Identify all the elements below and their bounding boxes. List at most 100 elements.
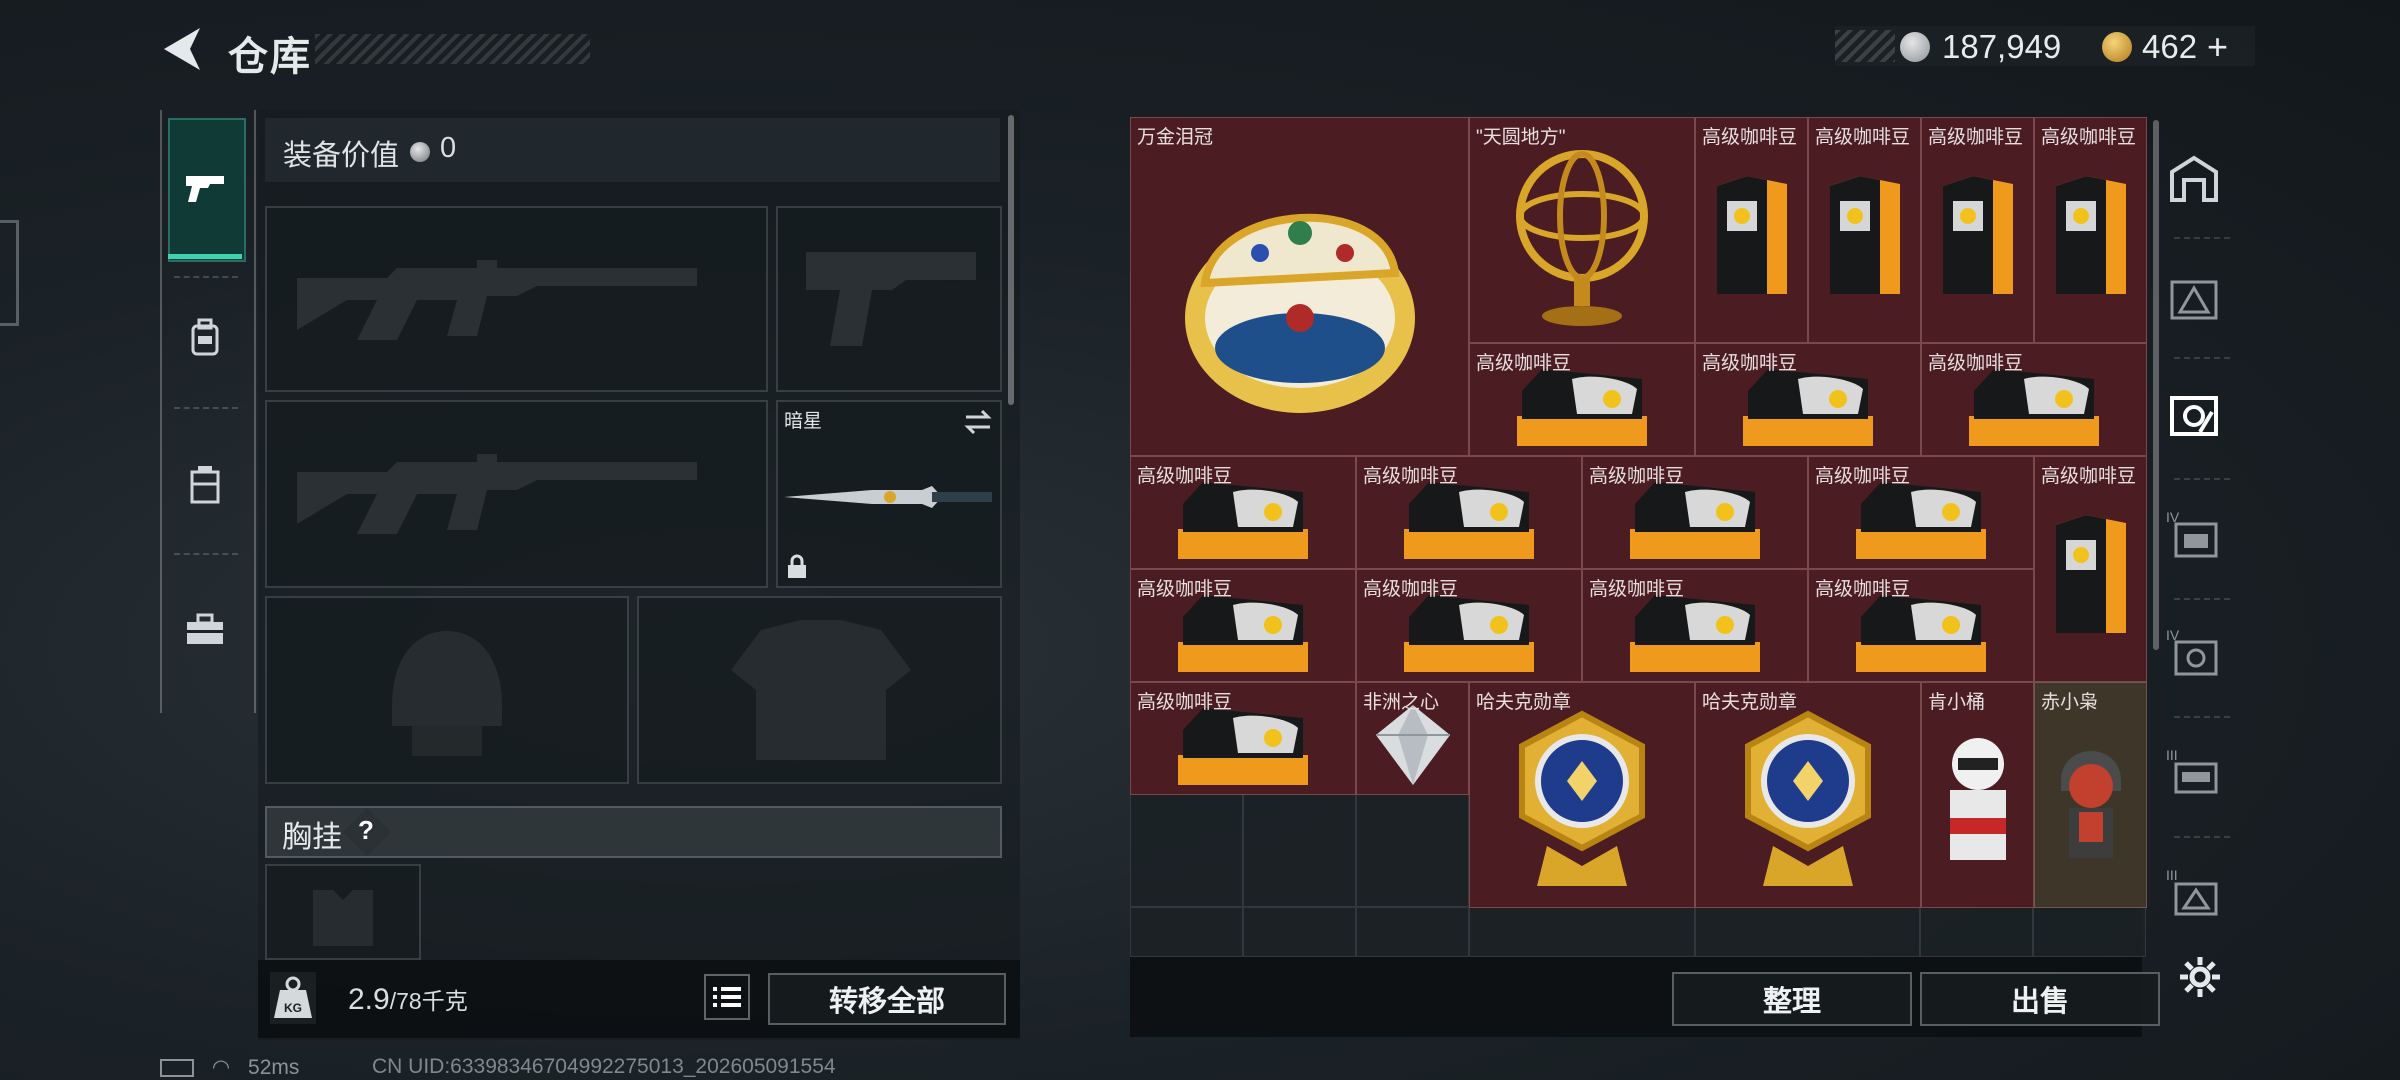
- empty-cell[interactable]: [1356, 794, 1469, 907]
- empty-cell[interactable]: [1356, 907, 1469, 957]
- storage-page-4-icon[interactable]: IV: [2166, 508, 2222, 564]
- inventory-item[interactable]: 高级咖啡豆: [1130, 569, 1356, 682]
- rifle-silhouette-icon: [297, 454, 697, 534]
- chest-rig-slot[interactable]: [265, 864, 421, 960]
- user-uid: CN UID:63398346704992275013_202605091554: [372, 1055, 836, 1078]
- armor-slot[interactable]: [637, 596, 1002, 784]
- gold-currency-amount: 462: [2142, 28, 2198, 65]
- inventory-item[interactable]: 高级咖啡豆: [1469, 343, 1695, 456]
- inventory-item[interactable]: 高级咖啡豆: [1356, 569, 1582, 682]
- inventory-item[interactable]: 赤小枭: [2034, 682, 2147, 908]
- empty-cell[interactable]: [1130, 794, 1243, 907]
- wifi-icon: ◠: [211, 1056, 231, 1079]
- inventory-item[interactable]: "天圆地方": [1469, 117, 1695, 343]
- swap-icon[interactable]: [962, 408, 994, 436]
- item-name: 万金泪冠: [1137, 127, 1214, 148]
- inventory-item[interactable]: 高级咖啡豆: [1356, 456, 1582, 569]
- sell-button[interactable]: 出售: [1920, 972, 2160, 1026]
- helmet-slot[interactable]: [265, 596, 629, 784]
- storage-page-2-icon[interactable]: [2166, 272, 2222, 328]
- inventory-item[interactable]: 万金泪冠: [1130, 117, 1469, 456]
- empty-cell[interactable]: [1243, 794, 1356, 907]
- settings-gear-icon[interactable]: [2176, 953, 2224, 1001]
- inventory-item[interactable]: 高级咖啡豆: [1695, 117, 1808, 343]
- sphere-item-icon: [1470, 118, 1694, 342]
- item-name: 高级咖啡豆: [1702, 127, 1798, 148]
- item-name: 高级咖啡豆: [1589, 466, 1685, 487]
- weight-unit: 千克: [421, 988, 468, 1014]
- melee-weapon-slot[interactable]: 暗星: [776, 400, 1002, 588]
- storage-page-5-icon[interactable]: IV: [2166, 626, 2222, 682]
- storage-page-3-icon[interactable]: [2166, 388, 2222, 444]
- empty-cell[interactable]: [1130, 907, 1243, 957]
- storage-page-6-icon[interactable]: III: [2166, 746, 2222, 802]
- inventory-item[interactable]: 高级咖啡豆: [1921, 343, 2147, 456]
- inventory-item[interactable]: 哈夫克勋章: [1695, 682, 1921, 908]
- inventory-item[interactable]: 高级咖啡豆: [1582, 456, 1808, 569]
- list-view-button[interactable]: [704, 974, 750, 1020]
- inventory-item[interactable]: 高级咖啡豆: [1130, 682, 1356, 795]
- weight-icon: KG: [270, 972, 316, 1024]
- nav-divider: [2174, 237, 2230, 239]
- nav-selected-indicator: [168, 254, 242, 259]
- add-currency-button[interactable]: +: [2207, 26, 2228, 68]
- equipment-value-label: 装备价值: [283, 140, 400, 172]
- bag-item-icon: [2035, 118, 2146, 342]
- edge-decoration: [0, 220, 19, 326]
- item-name: 高级咖啡豆: [1815, 466, 1911, 487]
- empty-cell[interactable]: [1695, 907, 1920, 957]
- inventory-grid: 万金泪冠 "天圆地方" 高级咖啡豆 高级咖啡豆 高级咖啡豆 高级咖啡豆 高级咖啡豆 高级咖啡豆…: [1130, 117, 2147, 957]
- knife-item-icon: [784, 486, 992, 508]
- inventory-item[interactable]: 高级咖啡豆: [1921, 117, 2034, 343]
- inventory-item[interactable]: 非洲之心: [1356, 682, 1469, 795]
- lock-icon: [788, 554, 806, 578]
- help-icon: ?: [358, 815, 374, 845]
- transfer-all-button[interactable]: 转移全部: [768, 973, 1006, 1025]
- armor-silhouette-icon: [731, 620, 911, 760]
- empty-cell[interactable]: [2033, 907, 2146, 957]
- secondary-rifle-slot[interactable]: [265, 400, 768, 588]
- inventory-item[interactable]: 肯小桶: [1921, 682, 2034, 908]
- empty-cell[interactable]: [1469, 907, 1695, 957]
- nav-divider: [2174, 716, 2230, 718]
- inventory-item[interactable]: 高级咖啡豆: [1808, 117, 1921, 343]
- storage-page-7-icon[interactable]: III: [2166, 866, 2222, 922]
- battery-icon: [160, 1059, 194, 1078]
- organize-button[interactable]: 整理: [1672, 972, 1912, 1026]
- inventory-item[interactable]: 哈夫克勋章: [1469, 682, 1695, 908]
- inventory-item[interactable]: 高级咖啡豆: [2034, 456, 2147, 682]
- inventory-item[interactable]: 高级咖啡豆: [2034, 117, 2147, 343]
- page-title: 仓库: [228, 35, 312, 79]
- egg-item-icon: [1131, 118, 1468, 455]
- equipment-value: 0: [440, 132, 457, 164]
- empty-cell[interactable]: [1243, 907, 1356, 957]
- item-name: 高级咖啡豆: [1363, 466, 1459, 487]
- inventory-item[interactable]: 高级咖啡豆: [1695, 343, 1921, 456]
- item-name: 高级咖啡豆: [1363, 579, 1459, 600]
- inventory-item[interactable]: 高级咖啡豆: [1808, 569, 2034, 682]
- inventory-item[interactable]: 高级咖啡豆: [1130, 456, 1356, 569]
- nav-backpack-tab[interactable]: [180, 312, 230, 362]
- nav-divider: [174, 553, 238, 556]
- storage-page-1-icon[interactable]: [2166, 150, 2222, 206]
- briefcase-icon: [187, 613, 223, 644]
- weight-current: 2.9: [348, 983, 390, 1016]
- inventory-item[interactable]: 高级咖啡豆: [1808, 456, 2034, 569]
- primary-weapon-slot[interactable]: [265, 206, 768, 392]
- item-name: 哈夫克勋章: [1702, 692, 1798, 713]
- list-icon: [713, 987, 741, 1007]
- vest-icon: [190, 466, 220, 504]
- nav-case-tab[interactable]: [180, 605, 230, 655]
- bag-item-icon: [1922, 118, 2033, 342]
- equipment-scrollbar[interactable]: [1008, 115, 1014, 405]
- back-button[interactable]: [160, 24, 204, 74]
- secondary-weapon-slot[interactable]: [776, 206, 1002, 392]
- empty-cell[interactable]: [1920, 907, 2033, 957]
- value-coin-icon: [410, 142, 430, 162]
- fig2-item-icon: [2035, 683, 2146, 907]
- inventory-item[interactable]: 高级咖啡豆: [1582, 569, 1808, 682]
- nav-vest-tab[interactable]: [180, 460, 230, 510]
- bag-item-icon: [2035, 457, 2146, 681]
- back-arrow-icon: [164, 28, 200, 70]
- item-name: 非洲之心: [1363, 692, 1440, 713]
